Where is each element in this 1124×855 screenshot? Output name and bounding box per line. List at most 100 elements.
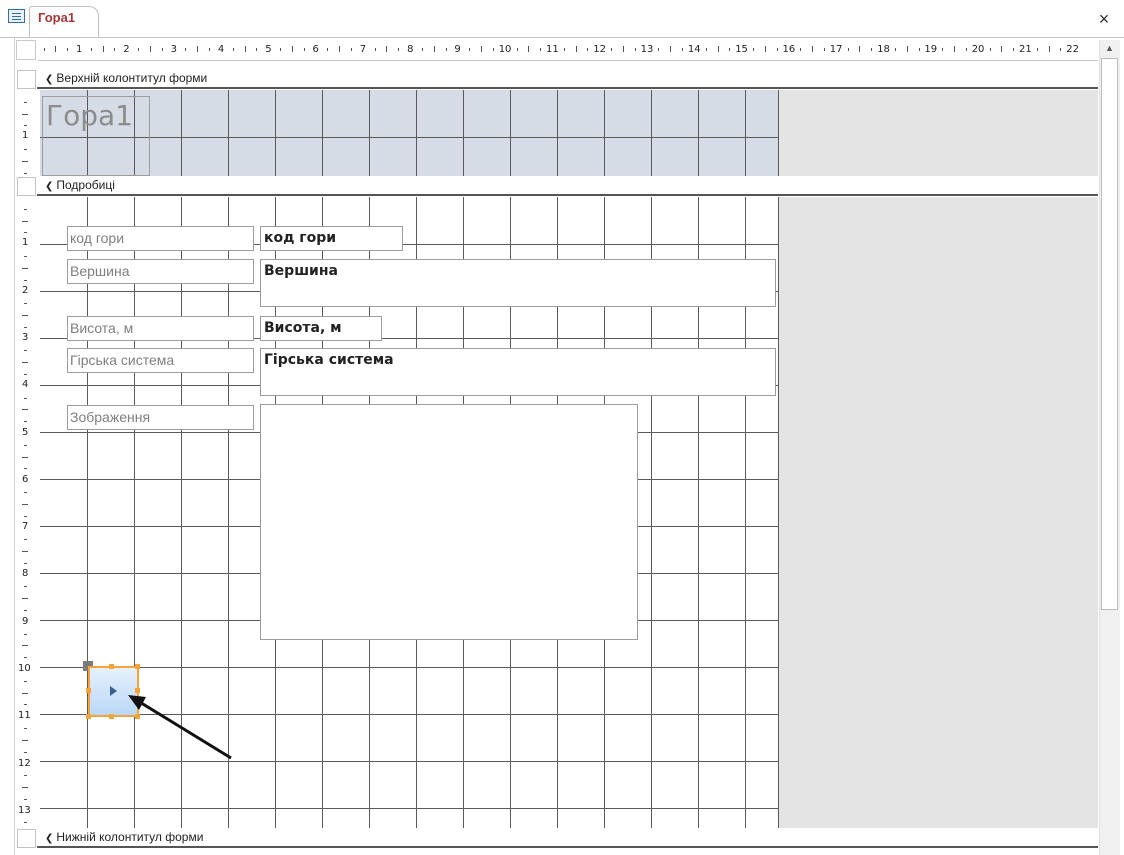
grid-line-vertical xyxy=(651,90,652,176)
ruler-top-tick xyxy=(398,48,400,51)
label-peak[interactable]: Вершина xyxy=(67,259,254,284)
ruler-top-number: 6 xyxy=(312,44,319,55)
ruler-top-tick xyxy=(209,48,210,51)
resize-handle-left[interactable] xyxy=(86,688,91,693)
ruler-top-number: 18 xyxy=(877,44,890,55)
ruler-top-tick xyxy=(800,48,802,51)
form-footer-bar-label: Нижній колонтитул форми xyxy=(56,830,204,844)
label-mountain-code[interactable]: код гори xyxy=(67,226,254,251)
ruler-top-number: 20 xyxy=(971,44,985,55)
grid-line-vertical xyxy=(698,90,699,176)
form-header-bar[interactable]: ❮ Верхній колонтитул форми xyxy=(37,70,1098,89)
ruler-left-number: 5 xyxy=(22,426,29,438)
grid-line-vertical xyxy=(228,90,229,176)
label-image[interactable]: Зображення xyxy=(67,405,254,430)
ruler-top-tick xyxy=(705,48,707,51)
ruler-top-tick xyxy=(55,46,57,52)
ruler-top-tick xyxy=(1001,46,1003,52)
ruler-top-tick xyxy=(540,48,542,51)
annotation-arrow xyxy=(128,695,232,760)
ruler-top-number: 11 xyxy=(546,44,559,55)
ruler-top-tick xyxy=(575,46,577,52)
detail-bar-label: Подробиці xyxy=(56,178,115,192)
ruler-top-tick xyxy=(481,46,482,52)
ruler-left-tick xyxy=(24,421,27,423)
ruler-left-tick xyxy=(24,208,27,210)
detail-selector[interactable] xyxy=(17,177,36,196)
form-header-empty-area xyxy=(779,90,1098,176)
form-header-grid[interactable] xyxy=(40,90,779,176)
ruler-left-number: 1 xyxy=(22,237,29,249)
close-icon[interactable]: × xyxy=(1094,10,1114,30)
ruler-left-tick xyxy=(24,775,27,777)
ruler-left-tick xyxy=(22,787,28,788)
ruler-left-number: 6 xyxy=(22,473,29,485)
ruler-top-tick xyxy=(327,48,329,51)
ruler-left-tick xyxy=(24,657,27,659)
resize-handle-top-right[interactable] xyxy=(135,664,140,669)
document-tab-label[interactable]: Гора1 xyxy=(38,10,75,25)
ruler-left-tick xyxy=(24,374,27,375)
detail-bar[interactable]: ❮ Подробиці xyxy=(37,177,1098,196)
image-frame[interactable] xyxy=(260,404,638,640)
ruler-top-tick xyxy=(102,46,104,52)
ruler-top-tick xyxy=(1060,48,1062,51)
resize-handle-bottom[interactable] xyxy=(109,714,114,719)
form-selector[interactable] xyxy=(16,40,36,60)
form-footer-bar[interactable]: ❮ Нижній колонтитул форми xyxy=(37,829,1098,848)
ruler-top-tick xyxy=(1013,48,1015,51)
label-height[interactable]: Висота, м xyxy=(67,316,254,341)
ruler-top-number: 1 xyxy=(76,44,83,55)
ruler-top-tick xyxy=(634,48,636,51)
textbox-mountain-code[interactable]: код гори xyxy=(260,226,403,251)
ruler-top-number: 12 xyxy=(593,44,607,55)
label-mountain-system[interactable]: Гірська система xyxy=(67,348,254,373)
form-footer-selector[interactable] xyxy=(17,829,36,848)
grid-line-vertical xyxy=(557,90,558,176)
ruler-top-tick xyxy=(280,48,281,51)
section-arrow-icon: ❮ xyxy=(45,833,54,844)
ruler-top-tick xyxy=(350,48,352,51)
ruler-left-number: 2 xyxy=(22,284,29,296)
horizontal-ruler[interactable]: 1 2 3 4 5 6 7 8 9 10 11 12 13 14 15 16 17 18 19 20 21 22 xyxy=(38,40,1098,61)
textbox-height[interactable]: Висота, м xyxy=(260,316,382,341)
ruler-left-tick xyxy=(22,551,28,552)
form-title-label[interactable]: Гора1 xyxy=(42,96,150,176)
ruler-top-tick xyxy=(847,48,849,51)
ruler-left-number: 4 xyxy=(22,379,29,391)
scroll-up-icon[interactable]: ▲ xyxy=(1099,40,1120,57)
textbox-mountain-system[interactable]: Гірська система xyxy=(260,348,776,396)
ruler-top-tick xyxy=(516,48,518,51)
resize-handle-top[interactable] xyxy=(109,664,114,669)
grid-line-horizontal xyxy=(40,667,779,668)
ruler-left-tick xyxy=(24,444,27,446)
ruler-left-tick xyxy=(22,456,28,458)
ruler-top-tick xyxy=(812,46,814,52)
textbox-peak[interactable]: Вершина xyxy=(260,259,776,307)
ruler-left-tick xyxy=(24,232,27,234)
scrollbar-thumb[interactable] xyxy=(1101,58,1118,610)
ruler-top-tick xyxy=(161,48,163,51)
form-header-selector[interactable] xyxy=(17,70,36,89)
ruler-left-tick xyxy=(24,586,27,588)
grid-line-vertical xyxy=(275,90,276,176)
ruler-left-tick xyxy=(22,645,28,647)
ruler-top-tick xyxy=(965,48,967,51)
ruler-left-number: 7 xyxy=(22,521,29,533)
ruler-left-number: 3 xyxy=(22,331,29,343)
ruler-left-tick xyxy=(22,113,28,115)
section-arrow-icon: ❮ xyxy=(45,74,54,85)
ruler-top-number: 19 xyxy=(924,44,938,55)
ruler-top-number: 7 xyxy=(359,44,367,55)
grid-line-vertical xyxy=(604,90,605,176)
ruler-top-tick xyxy=(256,48,258,51)
ruler-left-number: 13 xyxy=(18,804,31,816)
ruler-top-tick xyxy=(871,48,873,51)
ruler-top-number: 2 xyxy=(123,44,130,55)
ruler-left-number: 10 xyxy=(18,663,31,674)
ruler-top-tick xyxy=(1036,48,1038,51)
ruler-top-tick xyxy=(528,46,530,52)
resize-handle-bottom-left[interactable] xyxy=(86,714,91,719)
ruler-top-tick xyxy=(445,48,447,51)
ruler-left-tick xyxy=(24,303,27,305)
